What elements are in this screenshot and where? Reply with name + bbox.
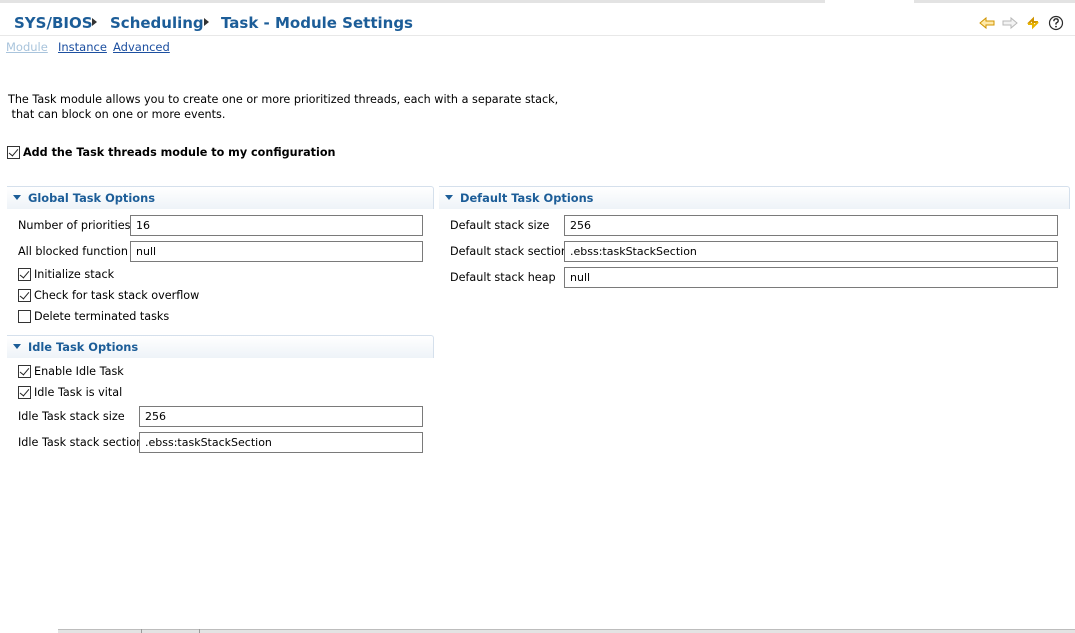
idle-stack-section-input[interactable]: .ebss:taskStackSection xyxy=(139,432,423,453)
default-stack-size-input[interactable]: 256 xyxy=(564,215,1058,236)
tab-advanced[interactable]: Advanced xyxy=(113,40,170,54)
initialize-stack-label: Initialize stack xyxy=(34,268,115,281)
idle-stack-size-label: Idle Task stack size xyxy=(18,410,125,423)
idle-stack-section-label: Idle Task stack section xyxy=(18,436,144,449)
all-blocked-fn-label: All blocked function xyxy=(18,245,128,258)
expand-triangle-icon xyxy=(13,344,21,349)
module-description: The Task module allows you to create one… xyxy=(8,93,559,121)
tab-instance[interactable]: Instance xyxy=(58,40,107,54)
num-priorities-input[interactable]: 16 xyxy=(130,215,423,236)
idle-vital-checkbox[interactable] xyxy=(18,386,31,399)
default-options-header[interactable]: Default Task Options xyxy=(439,186,1070,209)
help-icon[interactable] xyxy=(1048,15,1064,31)
all-blocked-fn-input[interactable]: null xyxy=(130,241,423,262)
bottom-tab-divider xyxy=(199,629,200,633)
tab-module[interactable]: Module xyxy=(6,40,48,54)
idle-vital-label: Idle Task is vital xyxy=(34,386,123,399)
add-module-checkbox[interactable] xyxy=(7,146,20,159)
default-stack-heap-input[interactable]: null xyxy=(564,267,1058,288)
default-stack-section-input[interactable]: .ebss:taskStackSection xyxy=(564,241,1058,262)
page-title: Task - Module Settings xyxy=(221,14,413,32)
idle-options-header[interactable]: Idle Task Options xyxy=(7,335,434,358)
top-strip xyxy=(0,0,825,3)
global-options-title: Global Task Options xyxy=(28,191,155,205)
delete-terminated-label: Delete terminated tasks xyxy=(34,310,170,323)
expand-triangle-icon xyxy=(445,195,453,200)
global-options-header[interactable]: Global Task Options xyxy=(7,186,434,209)
forward-arrow-icon[interactable] xyxy=(1002,15,1018,31)
breadcrumb-scheduling[interactable]: Scheduling xyxy=(110,14,204,32)
enable-idle-label: Enable Idle Task xyxy=(34,365,124,378)
back-arrow-icon[interactable] xyxy=(979,15,995,31)
delete-terminated-checkbox[interactable] xyxy=(18,310,31,323)
expand-triangle-icon xyxy=(13,195,21,200)
breadcrumb-arrow-icon xyxy=(204,18,209,26)
idle-stack-size-input[interactable]: 256 xyxy=(139,406,423,427)
default-stack-size-label: Default stack size xyxy=(450,219,550,232)
page-header: SYS/BIOS Scheduling Task - Module Settin… xyxy=(0,4,1075,36)
default-stack-heap-label: Default stack heap xyxy=(450,271,556,284)
num-priorities-label: Number of priorities xyxy=(18,219,131,232)
sync-icon[interactable] xyxy=(1025,15,1041,31)
add-module-label: Add the Task threads module to my config… xyxy=(23,146,336,159)
check-overflow-label: Check for task stack overflow xyxy=(34,289,200,302)
breadcrumb-arrow-icon xyxy=(92,18,97,26)
breadcrumb-sysbios[interactable]: SYS/BIOS xyxy=(14,14,93,32)
initialize-stack-checkbox[interactable] xyxy=(18,268,31,281)
idle-options-title: Idle Task Options xyxy=(28,340,139,354)
default-options-title: Default Task Options xyxy=(460,191,594,205)
default-stack-section-label: Default stack section xyxy=(450,245,568,258)
check-overflow-checkbox[interactable] xyxy=(18,289,31,302)
bottom-tab-strip xyxy=(58,629,1075,633)
bottom-tab-divider xyxy=(141,629,142,633)
enable-idle-checkbox[interactable] xyxy=(18,365,31,378)
top-strip-right xyxy=(914,0,1075,3)
